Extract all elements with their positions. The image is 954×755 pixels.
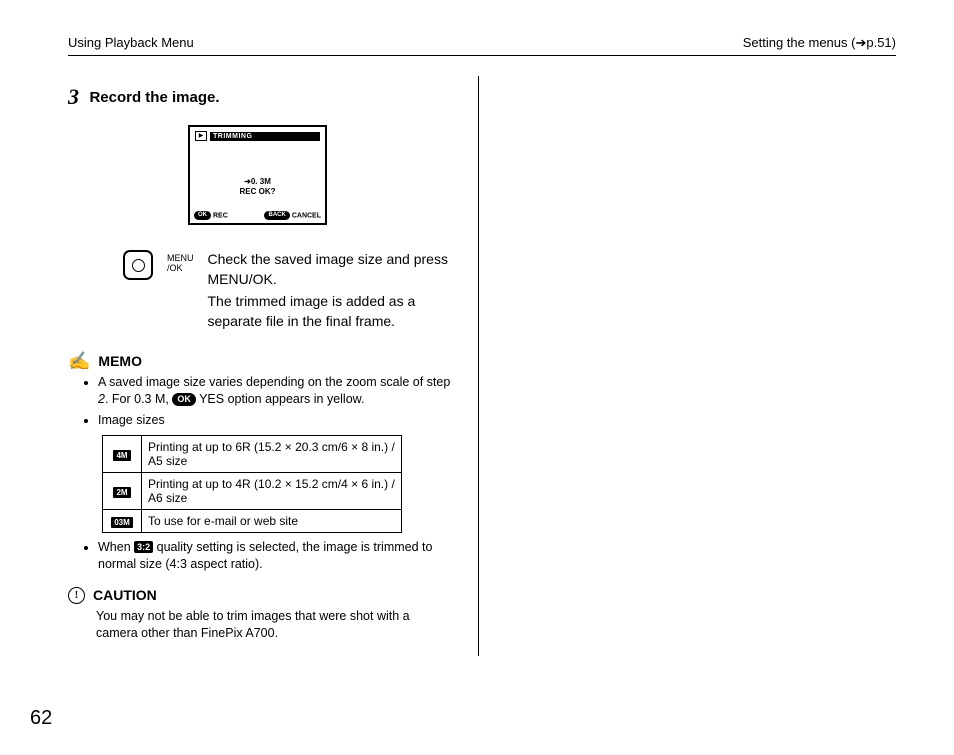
menu-ok-label: MENU /OK <box>167 250 194 334</box>
lcd-rec-ok: REC OK? <box>190 187 325 196</box>
memo-title: MEMO <box>98 353 142 369</box>
size-badge-4m-icon: 4M <box>113 450 130 461</box>
size-desc: To use for e-mail or web site <box>142 510 402 533</box>
menu-ok-button-icon <box>123 250 153 280</box>
header-right: Setting the menus (➔p.51) <box>743 35 896 51</box>
back-pill: BACK <box>264 211 289 220</box>
left-column: 3 Record the image. ▶ TRIMMING ➜0. 3M RE… <box>68 76 479 656</box>
memo-item-1: A saved image size varies depending on t… <box>98 374 458 408</box>
lcd-back-cancel: BACKCANCEL <box>264 211 321 220</box>
step-title: Record the image. <box>89 89 219 106</box>
memo-hand-icon: ✍ <box>68 352 90 370</box>
memo-item-2: Image sizes <box>98 412 458 429</box>
instruction-p2: The trimmed image is added as a separate… <box>208 292 459 331</box>
memo-list-2: When 3:2 quality setting is selected, th… <box>98 539 458 573</box>
page-header: Using Playback Menu Setting the menus (➔… <box>68 35 896 56</box>
lcd-top-row: ▶ TRIMMING <box>195 131 320 141</box>
lcd-screen-illustration: ▶ TRIMMING ➜0. 3M REC OK? OKREC BACKCANC… <box>188 125 458 225</box>
lcd-ok-rec: OKREC <box>194 211 228 220</box>
ok-pill: OK <box>194 211 211 220</box>
arrow-icon: ➔ <box>855 35 866 50</box>
caution-heading: ! CAUTION <box>68 587 458 604</box>
step-number: 3 <box>68 84 79 109</box>
image-sizes-table: 4M Printing at up to 6R (15.2 × 20.3 cm/… <box>102 435 402 533</box>
lcd-screen: ▶ TRIMMING ➜0. 3M REC OK? OKREC BACKCANC… <box>188 125 327 225</box>
caution-title: CAUTION <box>93 587 157 603</box>
playback-icon: ▶ <box>195 131 207 141</box>
columns: 3 Record the image. ▶ TRIMMING ➜0. 3M RE… <box>68 76 896 656</box>
ratio-badge-icon: 3:2 <box>134 541 153 553</box>
lcd-size-line: ➜0. 3M <box>190 177 325 186</box>
size-desc: Printing at up to 4R (10.2 × 15.2 cm/4 ×… <box>142 473 402 510</box>
size-badge-cell: 4M <box>103 436 142 473</box>
page: Using Playback Menu Setting the menus (➔… <box>0 0 954 755</box>
size-badge-2m-icon: 2M <box>113 487 130 498</box>
size-badge-03m-icon: 03M <box>111 517 133 528</box>
memo-item-3: When 3:2 quality setting is selected, th… <box>98 539 458 573</box>
right-column <box>479 76 896 656</box>
size-badge-cell: 2M <box>103 473 142 510</box>
lcd-bottom-row: OKREC BACKCANCEL <box>194 211 321 220</box>
caution-exclamation-icon: ! <box>68 587 85 604</box>
step-heading: 3 Record the image. <box>68 84 458 110</box>
instruction-text: Check the saved image size and press MEN… <box>208 250 459 334</box>
button-inner-circle-icon <box>132 259 145 272</box>
table-row: 03M To use for e-mail or web site <box>103 510 402 533</box>
instruction-p1: Check the saved image size and press MEN… <box>208 250 459 289</box>
memo-list: A saved image size varies depending on t… <box>98 374 458 429</box>
size-desc: Printing at up to 6R (15.2 × 20.3 cm/6 ×… <box>142 436 402 473</box>
table-row: 4M Printing at up to 6R (15.2 × 20.3 cm/… <box>103 436 402 473</box>
header-left: Using Playback Menu <box>68 35 194 51</box>
instruction-block: MENU /OK Check the saved image size and … <box>123 250 458 334</box>
caution-body: You may not be able to trim images that … <box>96 608 454 642</box>
memo-heading: ✍ MEMO <box>68 352 458 370</box>
ok-chip-icon: OK <box>172 393 196 406</box>
right-arrow-icon: ➜ <box>244 177 251 186</box>
size-badge-cell: 03M <box>103 510 142 533</box>
table-row: 2M Printing at up to 4R (10.2 × 15.2 cm/… <box>103 473 402 510</box>
trimming-label: TRIMMING <box>210 132 320 141</box>
page-number: 62 <box>30 707 52 730</box>
